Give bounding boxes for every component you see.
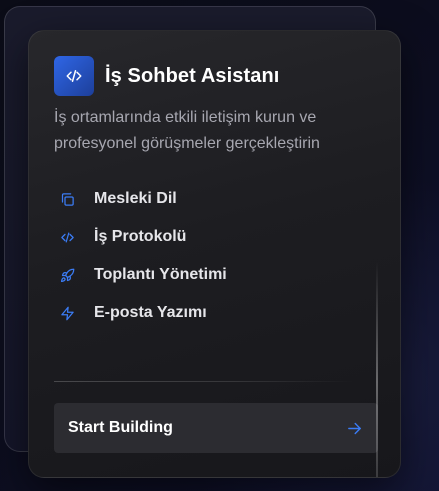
start-building-label: Start Building bbox=[68, 419, 173, 436]
feature-label: E-posta Yazımı bbox=[94, 304, 207, 321]
divider bbox=[54, 381, 354, 382]
feature-list: Mesleki Dil İş Protokolü Toplantı Yöneti… bbox=[58, 180, 227, 332]
lightning-icon bbox=[58, 304, 76, 322]
code-icon bbox=[58, 228, 76, 246]
feature-label: Toplantı Yönetimi bbox=[94, 266, 227, 283]
rocket-icon bbox=[58, 266, 76, 284]
card-header: İş Sohbet Asistanı bbox=[54, 56, 279, 96]
start-building-button[interactable]: Start Building bbox=[54, 403, 378, 453]
assistant-card: İş Sohbet Asistanı İş ortamlarında etkil… bbox=[28, 30, 401, 478]
card-title: İş Sohbet Asistanı bbox=[105, 64, 280, 87]
feature-label: İş Protokolü bbox=[94, 228, 187, 245]
feature-label: Mesleki Dil bbox=[94, 190, 177, 207]
feature-item-mesleki-dil: Mesleki Dil bbox=[58, 180, 227, 218]
feature-item-toplanti-yonetimi: Toplantı Yönetimi bbox=[58, 256, 227, 294]
copy-icon bbox=[58, 190, 76, 208]
arrow-right-icon bbox=[345, 419, 363, 437]
code-icon bbox=[54, 56, 94, 96]
card-description: İş ortamlarında etkili iletişim kurun ve… bbox=[54, 109, 320, 152]
feature-item-is-protokolu: İş Protokolü bbox=[58, 218, 227, 256]
feature-item-e-posta-yazimi: E-posta Yazımı bbox=[58, 294, 227, 332]
